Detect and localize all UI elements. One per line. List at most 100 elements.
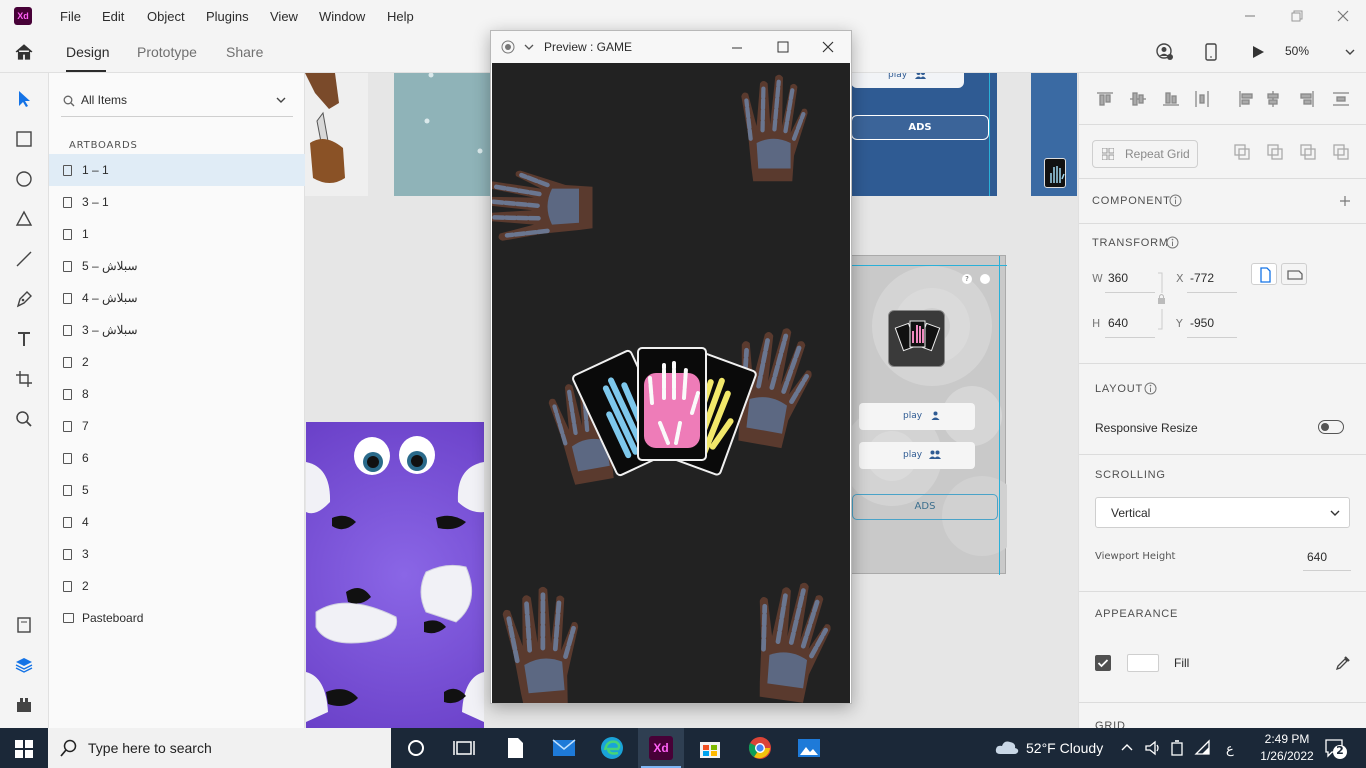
height-field[interactable]: 640 [1108,316,1128,330]
weather-text[interactable]: 52°F Cloudy [1026,740,1103,756]
layers-icon[interactable] [14,655,34,675]
landscape-orientation-button[interactable] [1281,263,1307,285]
layer-row[interactable]: 6 [49,442,305,474]
tab-prototype[interactable]: Prototype [137,44,197,60]
cortana-icon[interactable] [404,736,428,760]
menu-help[interactable]: Help [387,9,414,24]
chrome-icon[interactable] [748,736,772,760]
layer-row[interactable]: 5 [49,474,305,506]
menu-edit[interactable]: Edit [102,9,124,24]
restore-icon[interactable] [1289,8,1305,24]
y-field[interactable]: -950 [1190,316,1214,330]
layer-search[interactable]: All Items [61,85,293,117]
device-preview-icon[interactable] [1204,43,1218,61]
layer-row[interactable]: 8 [49,378,305,410]
clock-time[interactable]: 2:49 PM [1257,732,1317,746]
minimize-icon[interactable] [1242,8,1258,24]
zoom-tool-icon[interactable] [14,409,34,429]
artboard-thumb-hands[interactable] [305,73,368,196]
record-icon[interactable] [501,40,515,54]
lock-aspect-icon[interactable] [1157,271,1167,331]
menu-object[interactable]: Object [147,9,185,24]
layer-row[interactable]: سبلاش – 4 [49,282,305,314]
layer-row[interactable]: 7 [49,410,305,442]
fill-checkbox[interactable] [1095,655,1111,671]
info-icon[interactable] [1166,236,1179,249]
plugins-icon[interactable] [14,695,34,715]
windows-start-icon[interactable] [15,740,33,758]
maximize-icon[interactable] [776,40,790,54]
layer-row[interactable]: 3 – 1 [49,186,305,218]
select-tool-icon[interactable] [14,89,34,109]
volume-icon[interactable] [1144,739,1162,757]
boolean-ops-icons[interactable] [1233,143,1353,161]
layer-row[interactable]: سبلاش – 3 [49,314,305,346]
eyedropper-icon[interactable] [1335,655,1351,671]
polygon-tool-icon[interactable] [14,209,34,229]
layer-row[interactable]: 2 [49,346,305,378]
x-field[interactable]: -772 [1190,271,1214,285]
layer-row[interactable]: 3 [49,538,305,570]
chevron-down-icon[interactable] [275,95,287,105]
battery-icon[interactable] [1169,740,1187,756]
chevron-up-icon[interactable] [1121,742,1133,752]
menu-plugins[interactable]: Plugins [206,9,249,24]
assets-icon[interactable] [14,615,34,635]
menu-file[interactable]: File [60,9,81,24]
artboard-thumb-blue-small[interactable] [1031,73,1077,196]
clock-date[interactable]: 1/26/2022 [1252,749,1322,763]
close-icon[interactable] [1335,8,1351,24]
task-view-icon[interactable] [452,736,476,760]
layer-row[interactable]: 1 [49,218,305,250]
text-tool-icon[interactable] [14,329,34,349]
share-user-icon[interactable] [1156,43,1174,61]
file-icon[interactable] [503,736,527,760]
menu-window[interactable]: Window [319,9,365,24]
portrait-orientation-button[interactable] [1251,263,1277,285]
tab-share[interactable]: Share [226,44,263,60]
minimize-icon[interactable] [730,40,744,54]
zoom-level[interactable]: 50% [1285,44,1309,58]
taskbar-search[interactable]: Type here to search [48,728,391,768]
wifi-icon[interactable] [1194,739,1212,757]
preview-titlebar[interactable]: Preview : GAME [491,31,851,63]
game-preview-screen[interactable] [492,63,850,703]
home-icon[interactable] [14,43,34,61]
info-icon[interactable] [1169,194,1182,207]
play-preview-icon[interactable] [1250,44,1266,60]
chevron-down-icon[interactable] [1344,46,1356,56]
align-tools[interactable] [1097,91,1357,109]
cloudy-weather-icon[interactable] [995,738,1019,756]
artboard-thumb-roses[interactable]: ? play play ADS [851,255,1007,575]
input-language[interactable]: ع [1226,741,1234,757]
artboard-thumb-purple[interactable] [306,422,484,728]
scrolling-select[interactable]: Vertical [1095,497,1350,528]
layer-row[interactable]: 4 [49,506,305,538]
close-icon[interactable] [821,40,835,54]
fill-color-swatch[interactable] [1127,654,1159,672]
width-field[interactable]: 360 [1108,271,1128,285]
menu-view[interactable]: View [270,9,298,24]
mail-icon[interactable] [552,736,576,760]
store-icon[interactable] [698,736,722,760]
chevron-down-icon[interactable] [523,42,535,52]
pen-tool-icon[interactable] [14,289,34,309]
edge-browser-icon[interactable] [600,736,624,760]
taskbar-active-app[interactable]: Xd [638,728,684,768]
info-icon[interactable] [1144,382,1157,395]
responsive-resize-toggle[interactable] [1318,420,1344,434]
artboard-thumb-blue[interactable]: play ADS [851,73,997,196]
photos-icon[interactable] [797,736,821,760]
ellipse-tool-icon[interactable] [14,169,34,189]
preview-window[interactable]: Preview : GAME [490,30,852,704]
artboard-tool-icon[interactable] [14,369,34,389]
layer-row[interactable]: 1 – 1 [49,154,305,186]
tab-design[interactable]: Design [66,44,110,60]
layer-row[interactable]: سبلاش – 5 [49,250,305,282]
line-tool-icon[interactable] [14,249,34,269]
layer-row[interactable]: Pasteboard [49,602,305,634]
layer-row[interactable]: 2 [49,570,305,602]
add-component-icon[interactable] [1339,195,1351,207]
repeat-grid-button[interactable]: Repeat Grid [1092,140,1198,168]
rectangle-tool-icon[interactable] [14,129,34,149]
